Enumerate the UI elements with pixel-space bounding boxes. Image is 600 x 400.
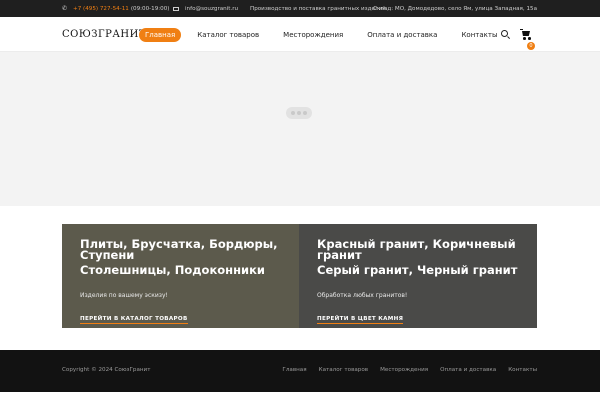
nav-item-payment-delivery[interactable]: Оплата и доставка [367,31,437,39]
logo[interactable]: СОЮЗГРАНИТ [62,17,146,52]
catalog-link[interactable]: ПЕРЕЙТИ В КАТАЛОГ ТОВАРОВ [80,316,188,324]
panel-title-secondary: Серый гранит, Черный гранит [317,263,518,277]
phone-number[interactable]: +7 (495) 727-54-11 [73,6,129,12]
main-nav: Главная Каталог товаров Месторождения Оп… [139,17,521,52]
footer-link-contacts[interactable]: Контакты [508,367,537,373]
stone-color-link[interactable]: ПЕРЕЙТИ В ЦВЕТ КАМНЯ [317,316,404,324]
phone-icon: ✆ [62,5,68,12]
promo-panels: Плиты, Брусчатка, Бордюры, Ступени Столе… [62,224,537,328]
nav-item-catalog[interactable]: Каталог товаров [197,31,259,39]
working-hours: (09:00-19:00) [130,5,170,12]
panel-title: Красный гранит, Коричневый гранит [317,237,516,262]
tagline: Производство и поставка гранитных издели… [250,5,386,12]
footer-nav: Главная Каталог товаров Месторождения Оп… [270,367,537,373]
footer-link-catalog[interactable]: Каталог товаров [319,367,368,373]
phone-block[interactable]: ✆ +7 (495) 727-54-11 (09:00-19:00) [62,0,169,17]
copyright: Copyright © 2024 СоюзГранит [62,367,151,373]
footer-link-deposits[interactable]: Месторождения [380,367,428,373]
footer: Copyright © 2024 СоюзГранит Главная Ката… [0,350,600,392]
nav-item-deposits[interactable]: Месторождения [283,31,343,39]
loading-spinner [286,107,312,119]
nav-item-home[interactable]: Главная [139,27,182,42]
panel-title: Плиты, Брусчатка, Бордюры, Ступени [80,237,278,262]
promo-panel-products: Плиты, Брусчатка, Бордюры, Ступени Столе… [62,224,299,328]
search-icon[interactable] [501,30,508,37]
mail-icon [173,6,179,11]
header: СОЮЗГРАНИТ Главная Каталог товаров Место… [0,17,600,52]
nav-item-contacts[interactable]: Контакты [461,31,497,39]
warehouse-address: Склад: МО, Домодедово, село Ям, улица За… [373,5,537,12]
panel-subtitle: Обработка любых гранитов! [317,292,408,299]
cart-count-badge: 0 [527,42,535,50]
footer-link-home[interactable]: Главная [282,367,306,373]
panel-subtitle: Изделия по вашему эскизу! [80,292,168,299]
footer-link-payment-delivery[interactable]: Оплата и доставка [440,367,496,373]
cart-icon[interactable] [520,29,534,41]
promo-panel-stone-colors: Красный гранит, Коричневый гранит Серый … [299,224,537,328]
top-bar: ✆ +7 (495) 727-54-11 (09:00-19:00) info@… [0,0,600,17]
hero-slider [0,52,600,206]
email-address[interactable]: info@souzgranit.ru [185,6,238,12]
panel-title-secondary: Столешницы, Подоконники [80,263,265,277]
email-block[interactable]: info@souzgranit.ru [173,0,238,17]
